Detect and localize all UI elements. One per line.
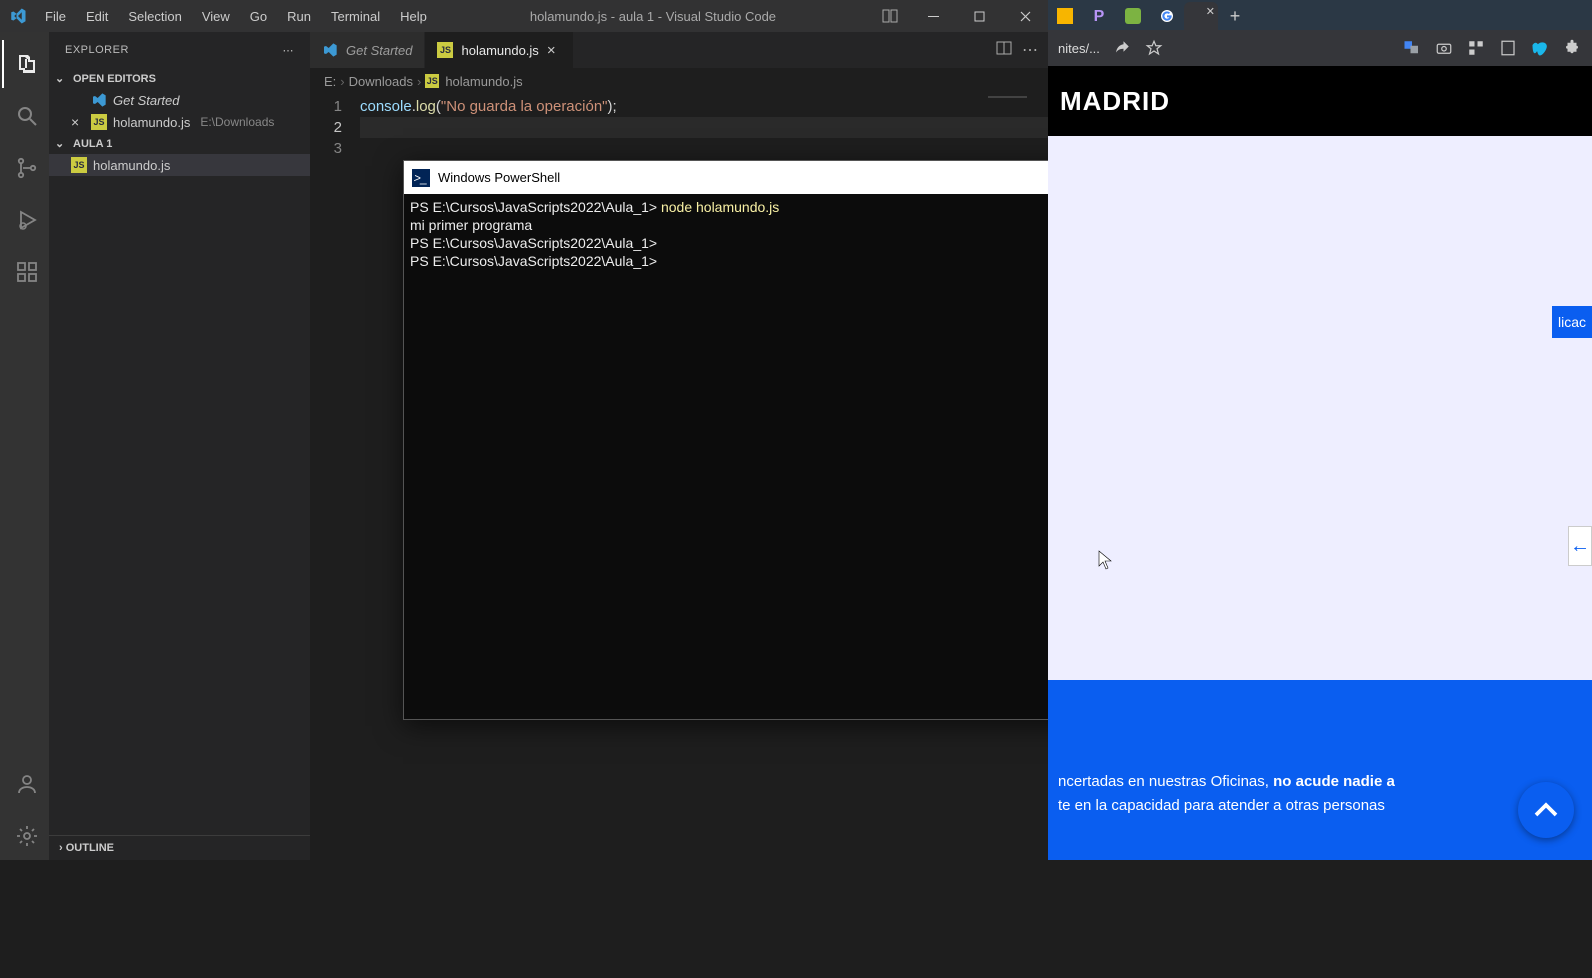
plus-icon: +	[1230, 6, 1241, 27]
code-line[interactable]	[360, 138, 1048, 159]
close-icon[interactable]: ×	[71, 114, 85, 130]
favicon-icon	[1125, 8, 1141, 24]
split-editor-icon[interactable]	[996, 40, 1012, 61]
chevron-up-icon	[1531, 795, 1561, 825]
menu-edit[interactable]: Edit	[77, 5, 117, 28]
menu-go[interactable]: Go	[241, 5, 276, 28]
powershell-icon: >_	[412, 169, 430, 187]
code-line[interactable]	[360, 117, 1048, 138]
outline-header[interactable]: › OUTLINE	[49, 835, 310, 860]
browser-tabstrip: P ✕ +	[1048, 0, 1592, 30]
chevron-right-icon: ›	[417, 74, 421, 89]
address-fragment[interactable]: nites/...	[1058, 41, 1100, 56]
menu-run[interactable]: Run	[278, 5, 320, 28]
explorer-sidebar: EXPLORER ⋯ ⌄ OPEN EDITORS × Get Started …	[49, 32, 310, 860]
browser-tab[interactable]	[1116, 2, 1150, 30]
maximize-button[interactable]	[956, 0, 1002, 32]
tab-holamundo[interactable]: JS holamundo.js ×	[425, 32, 573, 68]
window-controls	[910, 0, 1048, 32]
tab-label: Get Started	[346, 43, 412, 58]
menu-help[interactable]: Help	[391, 5, 436, 28]
extensions-puzzle-icon[interactable]	[1562, 38, 1582, 58]
js-file-icon: JS	[71, 157, 87, 173]
close-icon[interactable]: ×	[547, 42, 561, 59]
js-file-icon: JS	[425, 74, 439, 88]
breadcrumb[interactable]: E: › Downloads › JS holamundo.js	[310, 68, 1048, 94]
scroll-to-top-button[interactable]	[1518, 782, 1574, 838]
open-editors-header[interactable]: ⌄ OPEN EDITORS	[49, 68, 310, 89]
browser-toolbar: nites/...	[1048, 30, 1592, 66]
star-icon[interactable]	[1144, 38, 1164, 58]
vscode-file-icon	[91, 92, 107, 108]
line-gutter: 1 2 3	[310, 94, 360, 860]
vscode-titlebar: File Edit Selection View Go Run Terminal…	[0, 0, 1048, 32]
run-debug-icon[interactable]	[2, 196, 50, 244]
close-icon[interactable]: ✕	[1206, 5, 1215, 18]
menu-file[interactable]: File	[36, 5, 75, 28]
search-icon[interactable]	[2, 92, 50, 140]
source-control-icon[interactable]	[2, 144, 50, 192]
notice-banner: ncertadas en nuestras Oficinas, no acude…	[1048, 680, 1592, 860]
explorer-icon[interactable]	[2, 40, 50, 88]
file-label: holamundo.js	[93, 158, 170, 173]
site-logo[interactable]: MADRID	[1048, 66, 1592, 136]
qr-icon[interactable]	[1466, 38, 1486, 58]
new-tab-button[interactable]: +	[1218, 2, 1252, 30]
side-arrow-button[interactable]: ←	[1568, 526, 1592, 566]
editor-more-icon[interactable]: ⋯	[1022, 40, 1038, 60]
settings-gear-icon[interactable]	[2, 812, 50, 860]
favicon-icon: P	[1091, 8, 1107, 24]
file-tree-item[interactable]: JS holamundo.js	[49, 154, 310, 176]
vimeo-icon[interactable]	[1530, 38, 1550, 58]
vscode-logo-icon	[0, 7, 36, 25]
chevron-down-icon: ⌄	[55, 137, 69, 150]
minimap[interactable]	[988, 96, 1044, 116]
chevron-down-icon: ⌄	[55, 72, 69, 85]
share-icon[interactable]	[1112, 38, 1132, 58]
activity-bar	[0, 32, 49, 860]
menu-view[interactable]: View	[193, 5, 239, 28]
editor-label: holamundo.js	[113, 115, 190, 130]
editor-path: E:\Downloads	[200, 115, 274, 129]
camera-icon[interactable]	[1434, 38, 1454, 58]
vscode-file-icon	[322, 42, 338, 58]
favicon-icon	[1057, 8, 1073, 24]
tab-get-started[interactable]: Get Started	[310, 32, 425, 68]
google-favicon-icon	[1159, 8, 1175, 24]
js-file-icon: JS	[437, 42, 453, 58]
menu-terminal[interactable]: Terminal	[322, 5, 389, 28]
minimize-button[interactable]	[910, 0, 956, 32]
side-tag[interactable]: licac	[1552, 306, 1592, 338]
layout-toggle-icon[interactable]	[870, 8, 910, 24]
explorer-more-icon[interactable]: ⋯	[283, 44, 295, 57]
open-editor-item[interactable]: × JS holamundo.js E:\Downloads	[49, 111, 310, 133]
page-icon[interactable]	[1498, 38, 1518, 58]
browser-tab[interactable]: P	[1082, 2, 1116, 30]
chevron-right-icon: ›	[340, 74, 344, 89]
tab-label: holamundo.js	[461, 43, 538, 58]
explorer-title: EXPLORER	[65, 44, 129, 56]
code-line[interactable]: console.log("No guarda la operación");	[360, 96, 1048, 117]
menu-bar: File Edit Selection View Go Run Terminal…	[36, 5, 436, 28]
account-icon[interactable]	[2, 760, 50, 808]
browser-tab-active[interactable]: ✕	[1184, 2, 1218, 30]
chevron-right-icon: ›	[59, 842, 63, 854]
js-file-icon: JS	[91, 114, 107, 130]
browser-window: P ✕ + nites/... MADRID licac ← la ncerta…	[1048, 0, 1592, 860]
translate-icon[interactable]	[1402, 38, 1422, 58]
browser-tab[interactable]	[1048, 2, 1082, 30]
editor-label: Get Started	[113, 93, 179, 108]
open-editor-item[interactable]: × Get Started	[49, 89, 310, 111]
folder-header[interactable]: ⌄ AULA 1	[49, 133, 310, 154]
editor-tabs: Get Started JS holamundo.js × ⋯	[310, 32, 1048, 68]
window-title: holamundo.js - aula 1 - Visual Studio Co…	[436, 9, 870, 24]
close-button[interactable]	[1002, 0, 1048, 32]
powershell-title: Windows PowerShell	[438, 170, 560, 185]
menu-selection[interactable]: Selection	[119, 5, 190, 28]
browser-viewport[interactable]: MADRID licac ← la ncertadas en nuestras …	[1048, 66, 1592, 860]
extensions-icon[interactable]	[2, 248, 50, 296]
browser-tab[interactable]	[1150, 2, 1184, 30]
